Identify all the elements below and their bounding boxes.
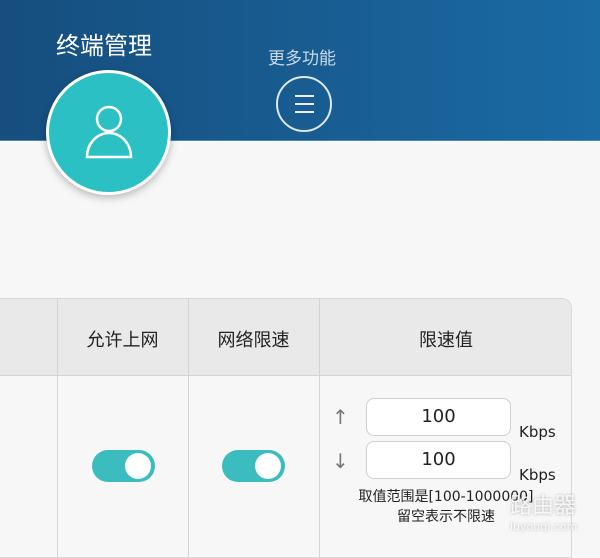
header-speed-limit: 网络限速 — [217, 330, 290, 351]
watermark-cn: 路由器 — [510, 494, 577, 519]
watermark: 路由器 luyouqi.com — [510, 488, 577, 533]
header-allow-internet: 允许上网 — [86, 330, 159, 351]
download-unit: Kbps — [519, 466, 556, 484]
download-limit-input[interactable]: 100 — [366, 441, 511, 479]
page-title: 终端管理 — [56, 32, 152, 60]
terminal-table: 允许上网 网络限速 限速值 ↑ ↓ 100 100 Kbps Kbps 取值范围… — [0, 298, 572, 558]
more-functions-button[interactable] — [276, 76, 332, 132]
more-functions-label: 更多功能 — [268, 49, 336, 69]
menu-icon-line — [295, 103, 314, 105]
header-limit-value: 限速值 — [419, 330, 473, 351]
watermark-url: luyouqi.com — [510, 520, 578, 533]
upload-unit: Kbps — [519, 423, 556, 441]
allow-internet-toggle[interactable] — [92, 450, 155, 482]
menu-icon-line — [295, 111, 314, 113]
menu-icon — [295, 95, 314, 97]
download-arrow-icon: ↓ — [332, 449, 349, 473]
upload-arrow-icon: ↑ — [332, 405, 349, 429]
upload-limit-input[interactable]: 100 — [366, 398, 511, 436]
terminal-management-icon[interactable] — [46, 70, 171, 195]
speed-limit-toggle[interactable] — [222, 450, 285, 482]
user-icon — [85, 105, 133, 159]
